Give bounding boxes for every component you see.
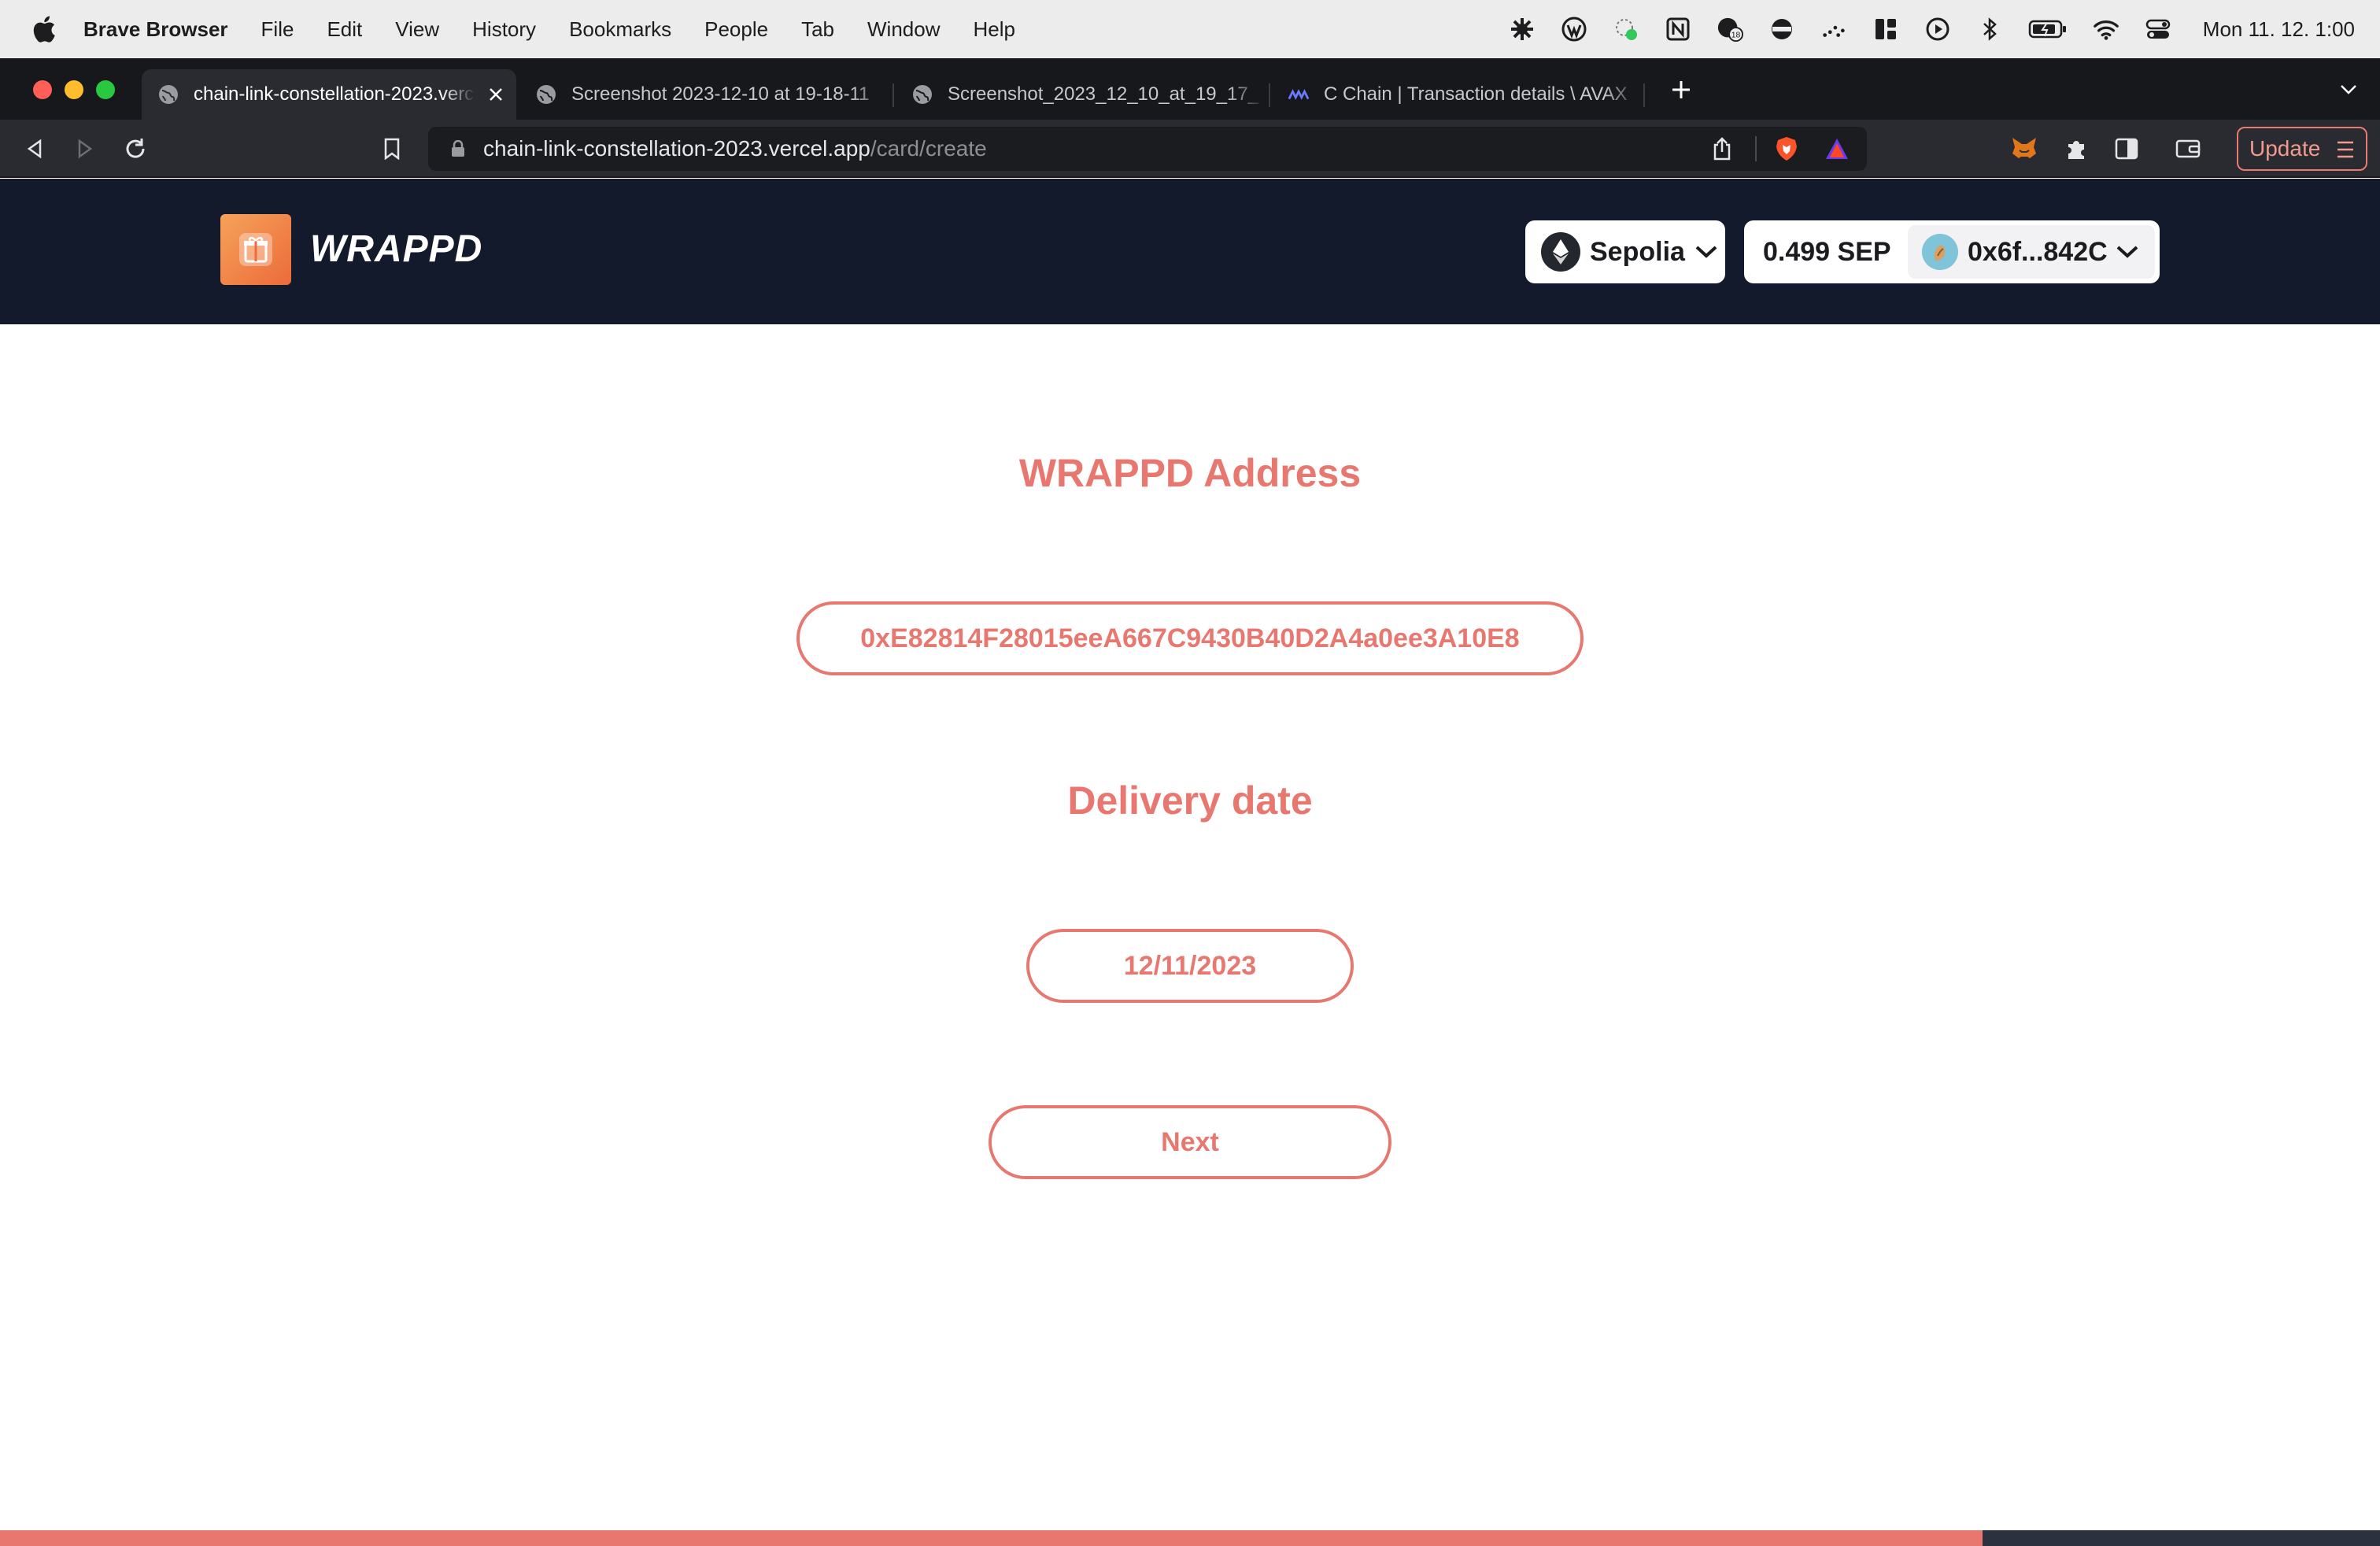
url-text: chain-link-constellation-2023.vercel.app…: [483, 136, 987, 161]
bookmark-icon[interactable]: [376, 133, 408, 165]
window-minimize-button[interactable]: [65, 80, 83, 99]
reload-icon[interactable]: [120, 133, 151, 165]
window-zoom-button[interactable]: [96, 80, 115, 99]
messages-badge-icon[interactable]: 18: [1717, 16, 1743, 43]
macos-menubar: Brave Browser File Edit View History Boo…: [0, 0, 2380, 58]
battery-icon[interactable]: [2028, 16, 2068, 43]
menu-people[interactable]: People: [704, 17, 768, 42]
menubar-clock[interactable]: Mon 11. 12. 1:00: [2203, 17, 2355, 42]
menubar-status-area: 18 Mon 11. 12. 1:00: [1484, 0, 2355, 58]
network-selector-button[interactable]: Sepolia: [1525, 220, 1725, 283]
app-header: WRAPPD Sepolia 0.499 SEP 0x6f...842C: [0, 179, 2380, 324]
wrappd-logo[interactable]: [220, 214, 291, 285]
sidebar-toggle-icon[interactable]: [2111, 133, 2142, 165]
lock-icon[interactable]: [449, 139, 468, 158]
address-heading: WRAPPD Address: [1018, 451, 1362, 495]
chevron-down-icon: [1695, 246, 1717, 258]
metamask-fox-icon[interactable]: [2009, 133, 2040, 165]
menu-view[interactable]: View: [395, 17, 439, 42]
tab-separator: [1643, 83, 1645, 107]
browser-toolbar: chain-link-constellation-2023.vercel.app…: [0, 120, 2380, 178]
brave-rewards-icon[interactable]: [1821, 133, 1853, 165]
globe-icon: [911, 83, 933, 105]
new-tab-plus-icon[interactable]: [1665, 74, 1697, 105]
menu-file[interactable]: File: [261, 17, 294, 42]
tab-avax-transaction[interactable]: C Chain | Transaction details \ AVAX: [1272, 69, 1642, 120]
tab-title: chain-link-constellation-2023.vercel.app: [194, 83, 475, 105]
next-button[interactable]: Next: [989, 1105, 1391, 1179]
menu-tab[interactable]: Tab: [801, 17, 834, 42]
menu-app-name[interactable]: Brave Browser: [83, 17, 228, 42]
tab-title: C Chain | Transaction details \ AVAX: [1324, 83, 1628, 105]
globe-icon: [157, 83, 179, 105]
menu-bookmarks[interactable]: Bookmarks: [569, 17, 671, 42]
vpn-icon[interactable]: [1768, 16, 1795, 43]
brave-shields-icon[interactable]: [1771, 133, 1802, 165]
bluetooth-icon[interactable]: [1976, 16, 2003, 43]
browser-tab-strip: chain-link-constellation-2023.vercel.app…: [0, 58, 2380, 120]
close-tab-icon[interactable]: [485, 83, 507, 105]
control-center-icon[interactable]: [2145, 16, 2171, 43]
play-icon[interactable]: [1924, 16, 1951, 43]
menu-edit[interactable]: Edit: [327, 17, 362, 42]
tab-list-chevron-icon[interactable]: [2333, 74, 2364, 105]
wordpress-icon[interactable]: [1561, 16, 1587, 43]
wrappd-address-field[interactable]: 0xE82814F28015eeA667C9430B40D2A4a0ee3A10…: [796, 601, 1584, 675]
account-widget: 0.499 SEP 0x6f...842C: [1744, 220, 2160, 283]
puzzle-gear-icon[interactable]: [1509, 16, 1536, 43]
progress-bar-fill: [0, 1530, 1983, 1546]
ethereum-icon: [1541, 232, 1580, 272]
wallet-icon[interactable]: [2172, 133, 2204, 165]
grammarly-icon[interactable]: [1613, 16, 1639, 43]
badge-count: 18: [1731, 31, 1741, 39]
menu-help[interactable]: Help: [973, 17, 1014, 42]
address-bar[interactable]: chain-link-constellation-2023.vercel.app…: [428, 127, 1867, 171]
brand-name[interactable]: WRAPPD: [310, 227, 482, 271]
network-name: Sepolia: [1590, 236, 1685, 267]
account-button[interactable]: 0x6f...842C: [1908, 225, 2155, 279]
delivery-date-field[interactable]: 12/11/2023: [1026, 929, 1354, 1003]
urlbar-divider: [1755, 136, 1757, 161]
globe-icon: [535, 83, 557, 105]
url-host: chain-link-constellation-2023.vercel.app: [483, 136, 870, 161]
tab-screenshot-1[interactable]: Screenshot 2023-12-10 at 19-18-11: [519, 69, 889, 120]
apple-logo-icon[interactable]: [28, 13, 60, 45]
share-icon[interactable]: [1706, 133, 1738, 165]
wifi-icon[interactable]: [2093, 16, 2119, 43]
tab-separator: [1269, 83, 1270, 107]
tab-screenshot-2[interactable]: Screenshot_2023_12_10_at_19_17_: [896, 69, 1266, 120]
account-address: 0x6f...842C: [1968, 236, 2108, 267]
url-path: /card/create: [870, 136, 987, 161]
layout-icon[interactable]: [1872, 16, 1899, 43]
menu-history[interactable]: History: [472, 17, 536, 42]
update-button[interactable]: Update: [2237, 127, 2367, 171]
delivery-date-heading: Delivery date: [1067, 779, 1313, 823]
back-arrow-icon[interactable]: [19, 133, 50, 165]
account-avatar: [1922, 234, 1958, 270]
extensions-puzzle-icon[interactable]: [2060, 133, 2092, 165]
chevron-down-icon: [2116, 246, 2138, 258]
gift-icon: [239, 233, 272, 266]
avax-logo-icon: [1288, 83, 1310, 105]
dots-icon[interactable]: [1820, 16, 1847, 43]
hamburger-menu-icon[interactable]: [2336, 139, 2355, 160]
progress-bar: [0, 1530, 2380, 1546]
tab-separator: [893, 83, 894, 107]
notion-icon[interactable]: [1665, 16, 1691, 43]
wallet-balance: 0.499 SEP: [1763, 236, 1891, 267]
card-create-form: WRAPPD Address 0xE82814F28015eeA667C9430…: [0, 324, 2380, 1529]
tab-title: Screenshot 2023-12-10 at 19-18-11: [571, 83, 870, 105]
window-close-button[interactable]: [33, 80, 52, 99]
forward-arrow-icon[interactable]: [69, 133, 101, 165]
menu-window[interactable]: Window: [867, 17, 940, 42]
tab-active[interactable]: chain-link-constellation-2023.vercel.app: [142, 69, 516, 120]
tab-title: Screenshot_2023_12_10_at_19_17_: [948, 83, 1259, 105]
update-label: Update: [2249, 136, 2321, 161]
